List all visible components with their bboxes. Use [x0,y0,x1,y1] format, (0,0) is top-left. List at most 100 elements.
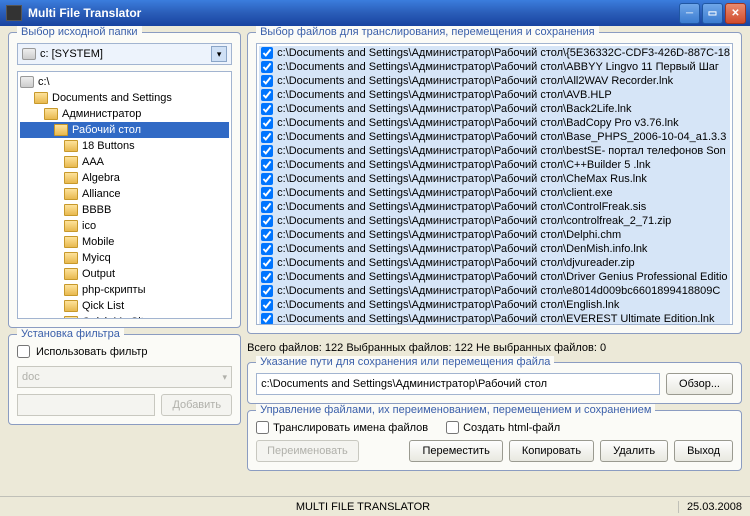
folder-icon [64,140,78,152]
tree-item[interactable]: Mobile [20,234,229,250]
translate-names-checkbox[interactable]: Транслировать имена файлов [256,421,428,434]
tree-item[interactable]: Output [20,266,229,282]
file-row[interactable]: c:\Documents and Settings\Администратор\… [259,130,730,144]
file-row[interactable]: c:\Documents and Settings\Администратор\… [259,172,730,186]
file-row[interactable]: c:\Documents and Settings\Администратор\… [259,116,730,130]
file-row[interactable]: c:\Documents and Settings\Администратор\… [259,284,730,298]
file-row[interactable]: c:\Documents and Settings\Администратор\… [259,88,730,102]
window-title: Multi File Translator [28,6,679,20]
folder-icon [64,172,78,184]
tree-item[interactable]: c:\ [20,74,229,90]
tree-item[interactable]: ico [20,218,229,234]
use-filter-checkbox[interactable]: Использовать фильтр [17,345,232,358]
tree-item[interactable]: BBBB [20,202,229,218]
file-checkbox[interactable] [261,243,273,255]
file-checkbox[interactable] [261,285,273,297]
source-folder-group: Выбор исходной папки c: [SYSTEM] ▾ c:\Do… [8,32,241,328]
maximize-button[interactable]: ▭ [702,3,723,24]
tree-item[interactable]: Alliance [20,186,229,202]
file-row[interactable]: c:\Documents and Settings\Администратор\… [259,46,730,60]
file-row[interactable]: c:\Documents and Settings\Администратор\… [259,144,730,158]
file-checkbox[interactable] [261,103,273,115]
folder-icon [64,284,78,296]
move-button[interactable]: Переместить [409,440,502,462]
file-checkbox[interactable] [261,61,273,73]
file-checkbox[interactable] [261,215,273,227]
filter-group-title: Установка фильтра [17,328,124,340]
path-group-title: Указание пути для сохранения или перемещ… [256,356,554,368]
file-row[interactable]: c:\Documents and Settings\Администратор\… [259,60,730,74]
file-checkbox[interactable] [261,173,273,185]
file-row[interactable]: c:\Documents and Settings\Администратор\… [259,312,730,325]
folder-icon [64,268,78,280]
file-checkbox[interactable] [261,257,273,269]
chevron-down-icon: ▾ [211,46,227,62]
file-list-title: Выбор файлов для транслирования, перемещ… [256,26,599,38]
tree-item[interactable]: Algebra [20,170,229,186]
rename-button: Переименовать [256,440,359,462]
file-row[interactable]: c:\Documents and Settings\Администратор\… [259,200,730,214]
create-html-checkbox[interactable]: Создать html-файл [446,421,560,434]
tree-item[interactable]: Администратор [20,106,229,122]
file-row[interactable]: c:\Documents and Settings\Администратор\… [259,242,730,256]
file-checkbox[interactable] [261,75,273,87]
file-checkbox[interactable] [261,117,273,129]
tree-item[interactable]: Qick List [20,298,229,314]
file-checkbox[interactable] [261,201,273,213]
close-button[interactable]: ✕ [725,3,746,24]
folder-icon [64,300,78,312]
file-row[interactable]: c:\Documents and Settings\Администратор\… [259,270,730,284]
file-row[interactable]: c:\Documents and Settings\Администратор\… [259,102,730,116]
tree-item[interactable]: Documents and Settings [20,90,229,106]
exit-button[interactable]: Выход [674,440,733,462]
app-icon [6,5,22,21]
file-checkbox[interactable] [261,131,273,143]
file-row[interactable]: c:\Documents and Settings\Администратор\… [259,228,730,242]
use-filter-input[interactable] [17,345,30,358]
tree-item[interactable]: Myicq [20,250,229,266]
file-row[interactable]: c:\Documents and Settings\Администратор\… [259,214,730,228]
folder-icon [54,124,68,136]
file-row[interactable]: c:\Documents and Settings\Администратор\… [259,74,730,88]
file-checkbox[interactable] [261,187,273,199]
tree-item[interactable]: Рабочий стол [20,122,229,138]
manage-group-title: Управление файлами, их переименованием, … [256,404,655,416]
filter-value-input [17,394,155,416]
drive-label: c: [SYSTEM] [40,48,103,60]
folder-icon [64,316,78,319]
path-input[interactable]: c:\Documents and Settings\Администратор\… [256,373,660,395]
folder-icon [64,188,78,200]
manage-group: Управление файлами, их переименованием, … [247,410,742,471]
file-row[interactable]: c:\Documents and Settings\Администратор\… [259,256,730,270]
drive-icon [22,48,36,60]
copy-button[interactable]: Копировать [509,440,594,462]
file-checkbox[interactable] [261,229,273,241]
file-checkbox[interactable] [261,299,273,311]
tree-item[interactable]: 18 Buttons [20,138,229,154]
file-checkbox[interactable] [261,145,273,157]
browse-button[interactable]: Обзор... [666,373,733,395]
drive-select[interactable]: c: [SYSTEM] ▾ [17,43,232,65]
folder-tree[interactable]: c:\Documents and SettingsАдминистраторРа… [17,71,232,319]
file-checkbox[interactable] [261,313,273,325]
file-list[interactable]: c:\Documents and Settings\Администратор\… [256,43,733,325]
titlebar: Multi File Translator ─ ▭ ✕ [0,0,750,26]
source-group-title: Выбор исходной папки [17,26,142,38]
folder-icon [44,108,58,120]
stats-line: Всего файлов: 122 Выбранных файлов: 122 … [247,340,742,356]
file-row[interactable]: c:\Documents and Settings\Администратор\… [259,186,730,200]
file-checkbox[interactable] [261,159,273,171]
status-date: 25.03.2008 [678,501,742,513]
tree-item[interactable]: php-скрипты [20,282,229,298]
file-checkbox[interactable] [261,47,273,59]
filter-dropdown: doc ▾ [17,366,232,388]
file-checkbox[interactable] [261,271,273,283]
file-row[interactable]: c:\Documents and Settings\Администратор\… [259,158,730,172]
file-checkbox[interactable] [261,89,273,101]
delete-button[interactable]: Удалить [600,440,668,462]
minimize-button[interactable]: ─ [679,3,700,24]
tree-item[interactable]: AAA [20,154,229,170]
folder-icon [64,156,78,168]
tree-item[interactable]: Quick My Site [20,314,229,319]
file-row[interactable]: c:\Documents and Settings\Администратор\… [259,298,730,312]
